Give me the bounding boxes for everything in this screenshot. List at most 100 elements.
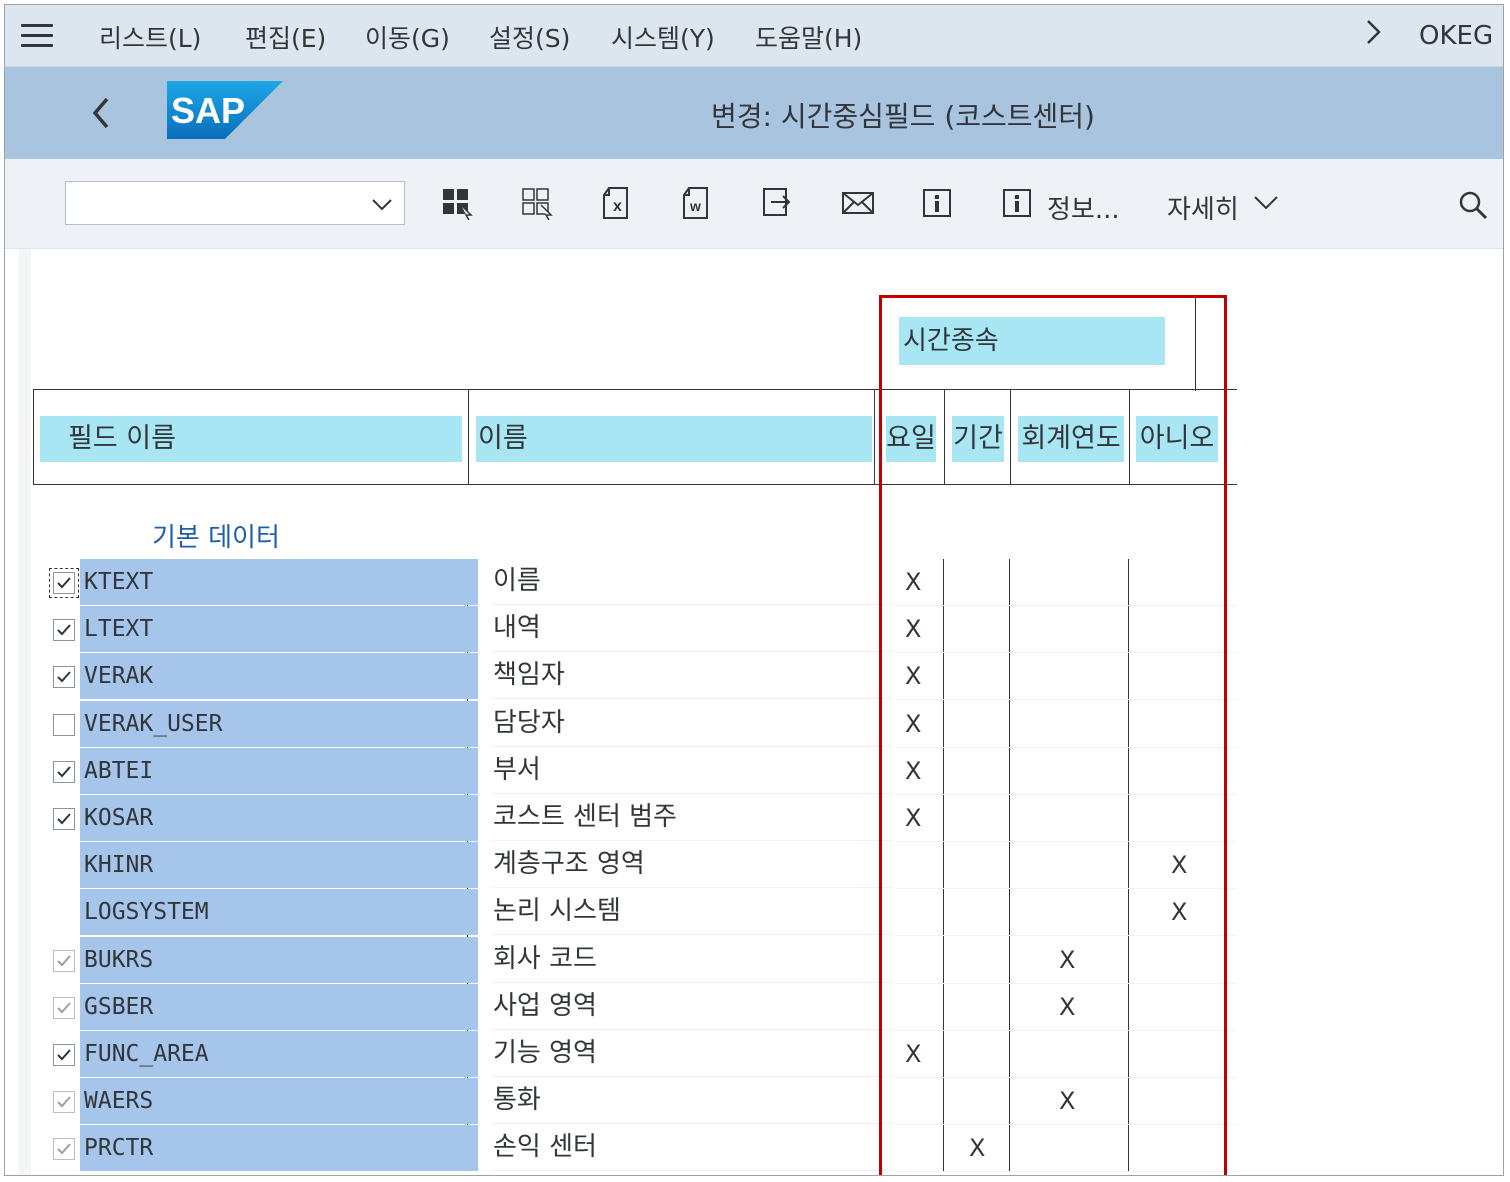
field-name-cell[interactable]: LOGSYSTEM	[80, 889, 478, 936]
mark-fiscal[interactable]: X	[1059, 1078, 1075, 1124]
mark-no[interactable]: X	[1171, 842, 1187, 888]
row-checkbox[interactable]	[53, 808, 75, 830]
send-mail-icon[interactable]	[841, 185, 875, 221]
column-header-field-name[interactable]: 필드 이름	[40, 416, 462, 462]
command-combo-box[interactable]	[65, 181, 405, 225]
mark-day[interactable]: X	[905, 748, 921, 794]
info-button[interactable]: 정보...	[1047, 189, 1120, 226]
table-row[interactable]: KOSAR 코스트 센터 범주 X	[33, 795, 1237, 842]
menu-edit[interactable]: 편집(E)	[245, 19, 326, 55]
table-row[interactable]: FUNC_AREA 기능 영역 X	[33, 1031, 1237, 1078]
mark-no[interactable]: X	[1171, 889, 1187, 935]
chevron-down-icon[interactable]	[1253, 193, 1279, 213]
menu-settings[interactable]: 설정(S)	[489, 19, 570, 55]
column-header-day[interactable]: 요일	[886, 416, 936, 462]
table-row[interactable]: VERAK_USER 담당자 X	[33, 700, 1237, 748]
column-header-name[interactable]: 이름	[476, 416, 872, 462]
table-row[interactable]: LOGSYSTEM 논리 시스템 X	[33, 889, 1237, 937]
field-name-cell[interactable]: LTEXT	[80, 606, 478, 653]
field-description-cell: 기능 영역	[493, 1031, 893, 1077]
info-detail-icon[interactable]	[1001, 185, 1035, 221]
menu-list[interactable]: 리스트(L)	[99, 19, 201, 55]
table-row[interactable]: WAERS 통화 X	[33, 1078, 1237, 1126]
more-button[interactable]: 자세히	[1167, 189, 1239, 226]
section-basic-data: 기본 데이터	[152, 523, 280, 553]
svg-text:SAP: SAP	[171, 90, 245, 131]
row-separator	[895, 1171, 1237, 1173]
time-dependency-group-header: 시간종속	[899, 317, 1165, 365]
row-checkbox[interactable]	[53, 760, 75, 783]
mark-day[interactable]: X	[905, 1031, 921, 1077]
table-row[interactable]: VERAK 책임자 X	[33, 653, 1237, 701]
column-header-period[interactable]: 기간	[952, 416, 1004, 462]
field-name-cell[interactable]: KOSAR	[80, 795, 478, 841]
table-row[interactable]: PRCTR 손익 센터 X	[33, 1125, 1237, 1173]
svg-text:w: w	[689, 198, 701, 214]
info-icon[interactable]	[921, 185, 955, 221]
field-name-cell[interactable]: BUKRS	[80, 936, 478, 983]
select-all-icon[interactable]	[441, 185, 475, 221]
column-divider	[1129, 390, 1130, 484]
field-name-cell[interactable]: PRCTR	[80, 1125, 478, 1172]
mark-day[interactable]: X	[905, 559, 921, 605]
menu-system[interactable]: 시스템(Y)	[611, 19, 715, 55]
left-strip	[19, 249, 31, 1175]
hamburger-menu-icon[interactable]	[21, 24, 53, 48]
column-divider	[944, 390, 945, 484]
menu-help[interactable]: 도움말(H)	[755, 19, 862, 55]
column-header-fiscal-year[interactable]: 회계연도	[1018, 416, 1124, 462]
row-checkbox[interactable]	[53, 1044, 75, 1066]
row-checkbox	[53, 996, 75, 1019]
menu-goto[interactable]: 이동(G)	[365, 19, 450, 55]
deselect-all-icon[interactable]	[521, 185, 555, 221]
field-name-cell[interactable]: KTEXT	[80, 559, 478, 605]
table-row[interactable]: GSBER 사업 영역 X	[33, 983, 1237, 1031]
menu-bar: 리스트(L) 편집(E) 이동(G) 설정(S) 시스템(Y) 도움말(H) O…	[5, 5, 1503, 67]
row-checkbox	[53, 949, 75, 972]
field-description-cell: 사업 영역	[493, 984, 893, 1030]
field-description-cell: 담당자	[493, 701, 893, 747]
table-row[interactable]: KHINR 계층구조 영역 X	[33, 842, 1237, 890]
svg-text:x: x	[613, 198, 622, 215]
table-row[interactable]: BUKRS 회사 코드 X	[33, 936, 1237, 984]
export-word-icon[interactable]: w	[681, 185, 715, 221]
field-description-cell: 코스트 센터 범주	[493, 795, 893, 841]
chevron-down-icon[interactable]	[370, 192, 394, 216]
field-description-cell: 손익 센터	[493, 1125, 893, 1172]
mark-day[interactable]: X	[905, 653, 921, 699]
field-name-cell[interactable]: ABTEI	[80, 747, 478, 794]
column-header-no[interactable]: 아니오	[1136, 416, 1218, 462]
mark-period[interactable]: X	[969, 1125, 985, 1171]
sap-window: 리스트(L) 편집(E) 이동(G) 설정(S) 시스템(Y) 도움말(H) O…	[4, 4, 1504, 1176]
search-icon[interactable]	[1457, 189, 1489, 221]
field-name-cell[interactable]: VERAK	[80, 653, 478, 700]
mark-day[interactable]: X	[905, 795, 921, 841]
field-name-cell[interactable]: FUNC_AREA	[80, 1031, 478, 1077]
column-divider	[468, 390, 469, 484]
mark-day[interactable]: X	[905, 701, 921, 747]
mark-fiscal[interactable]: X	[1059, 984, 1075, 1030]
field-name-cell[interactable]: VERAK_USER	[80, 700, 478, 747]
page-title: 변경: 시간중심필드 (코스트센터)	[711, 100, 1095, 133]
mark-fiscal[interactable]: X	[1059, 937, 1075, 983]
mark-day[interactable]: X	[905, 606, 921, 652]
field-name-cell[interactable]: WAERS	[80, 1078, 478, 1125]
export-local-file-icon[interactable]	[761, 185, 795, 221]
field-name-cell[interactable]: KHINR	[80, 842, 478, 889]
row-checkbox[interactable]	[53, 619, 75, 642]
field-name-cell[interactable]: GSBER	[80, 983, 478, 1030]
table-row[interactable]: ABTEI 부서 X	[33, 747, 1237, 795]
table-row[interactable]: KTEXT 이름 X	[33, 559, 1237, 606]
back-arrow-icon[interactable]	[87, 93, 117, 133]
table-row[interactable]: LTEXT 내역 X	[33, 606, 1237, 654]
export-excel-icon[interactable]: x	[601, 185, 635, 221]
row-checkbox[interactable]	[53, 713, 75, 736]
field-description-cell: 논리 시스템	[493, 889, 893, 936]
row-checkbox[interactable]	[49, 568, 79, 598]
chevron-right-icon[interactable]	[1363, 17, 1385, 47]
table-header: 필드 이름 이름 요일 기간 회계연도 아니오	[33, 389, 1237, 485]
field-description-cell: 이름	[493, 559, 893, 605]
row-checkbox	[53, 1091, 75, 1114]
row-checkbox[interactable]	[53, 666, 75, 689]
field-description-cell: 통화	[493, 1078, 893, 1125]
